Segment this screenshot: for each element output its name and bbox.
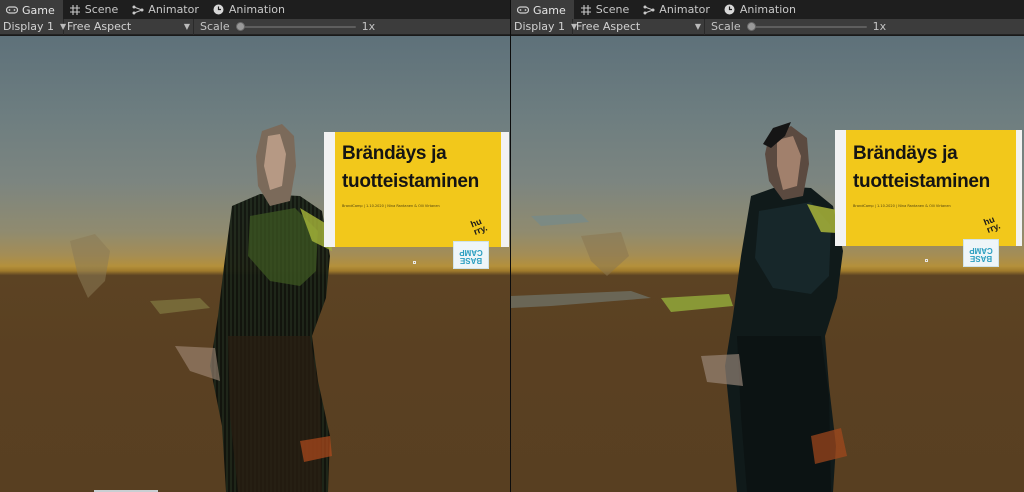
- game-viewport[interactable]: Brändäys ja tuotteistaminen BrandCamp | …: [511, 36, 1024, 492]
- gamepad-icon: [517, 4, 529, 16]
- sign-title-line1: Brändäys ja: [853, 143, 958, 164]
- tab-scene[interactable]: Scene: [574, 0, 638, 19]
- scale-control: Scale 1x: [194, 19, 375, 35]
- tab-label: Animator: [659, 3, 710, 16]
- tab-label: Animator: [148, 3, 199, 16]
- hurry-logo: hu rry.: [982, 214, 1002, 236]
- animator-nodes-icon: [132, 4, 144, 16]
- display-value: Display 1: [514, 20, 566, 33]
- sign-title-line2: tuotteistaminen: [342, 171, 479, 192]
- base-camp-badge: BASE CAMP: [963, 239, 999, 267]
- chevron-down-icon: ▼: [694, 22, 701, 31]
- aspect-value: Free Aspect: [67, 20, 132, 33]
- tab-label: Game: [533, 3, 566, 17]
- scale-value: 1x: [361, 20, 376, 33]
- tab-label: Animation: [739, 3, 796, 16]
- scale-label: Scale: [200, 20, 230, 33]
- sign-subtitle: BrandCamp | 1.10.2020 | Nina Rantanen & …: [853, 204, 951, 208]
- animator-nodes-icon: [643, 4, 655, 16]
- tab-label: Scene: [595, 3, 630, 16]
- scale-control: Scale 1x: [705, 19, 886, 35]
- game-viewport[interactable]: Brändäys ja tuotteistaminen BrandCamp | …: [0, 36, 510, 492]
- scale-slider[interactable]: [746, 21, 867, 33]
- tab-game[interactable]: Game: [511, 0, 574, 19]
- sign-subtitle: BrandCamp | 1.10.2020 | Nina Rantanen & …: [342, 204, 440, 208]
- tab-label: Game: [22, 3, 55, 17]
- display-dropdown[interactable]: Display 1 ▼: [511, 18, 577, 35]
- grid-icon: [69, 4, 81, 16]
- billboard-sign: Brändäys ja tuotteistaminen BrandCamp | …: [835, 130, 1022, 246]
- display-value: Display 1: [3, 20, 55, 33]
- game-toolbar: Display 1 ▼ Free Aspect ▼ Scale 1x: [0, 18, 510, 35]
- tab-animation[interactable]: Animation: [718, 0, 804, 19]
- clock-icon: [213, 4, 225, 16]
- slider-thumb[interactable]: [746, 21, 756, 31]
- gamepad-icon: [6, 4, 18, 16]
- base-camp-badge: BASE CAMP: [453, 241, 489, 269]
- game-view-right: Game Scene Animator Animation Display 1 …: [511, 0, 1024, 492]
- tab-bar: Game Scene Animator Animation: [0, 0, 510, 19]
- game-toolbar: Display 1 ▼ Free Aspect ▼ Scale 1x: [511, 18, 1024, 35]
- slider-thumb[interactable]: [235, 21, 245, 31]
- tab-label: Scene: [84, 3, 119, 16]
- aspect-dropdown[interactable]: Free Aspect ▼: [573, 18, 705, 35]
- scale-value: 1x: [872, 20, 887, 33]
- tab-animator[interactable]: Animator: [126, 0, 207, 19]
- tab-animator[interactable]: Animator: [637, 0, 718, 19]
- grid-icon: [580, 4, 592, 16]
- aspect-dropdown[interactable]: Free Aspect ▼: [64, 18, 194, 35]
- tab-game[interactable]: Game: [0, 0, 63, 19]
- tab-scene[interactable]: Scene: [63, 0, 127, 19]
- sign-title-line2: tuotteistaminen: [853, 171, 990, 192]
- scale-slider[interactable]: [235, 21, 356, 33]
- scene-gizmo-marker: [413, 261, 416, 264]
- tab-label: Animation: [228, 3, 285, 16]
- game-view-left: Game Scene Animator Animation Display 1 …: [0, 0, 510, 492]
- billboard-sign: Brändäys ja tuotteistaminen BrandCamp | …: [324, 132, 509, 247]
- point-cloud-render: [70, 124, 332, 492]
- point-cloud-render: [511, 122, 853, 492]
- hurry-logo: hu rry.: [469, 216, 489, 238]
- tab-animation[interactable]: Animation: [207, 0, 293, 19]
- aspect-value: Free Aspect: [576, 20, 641, 33]
- scale-label: Scale: [711, 20, 741, 33]
- scene-gizmo-marker: [925, 259, 928, 262]
- sign-title-line1: Brändäys ja: [342, 143, 447, 164]
- chevron-down-icon: ▼: [183, 22, 190, 31]
- tab-bar: Game Scene Animator Animation: [511, 0, 1024, 19]
- display-dropdown[interactable]: Display 1 ▼: [0, 18, 66, 35]
- clock-icon: [724, 4, 736, 16]
